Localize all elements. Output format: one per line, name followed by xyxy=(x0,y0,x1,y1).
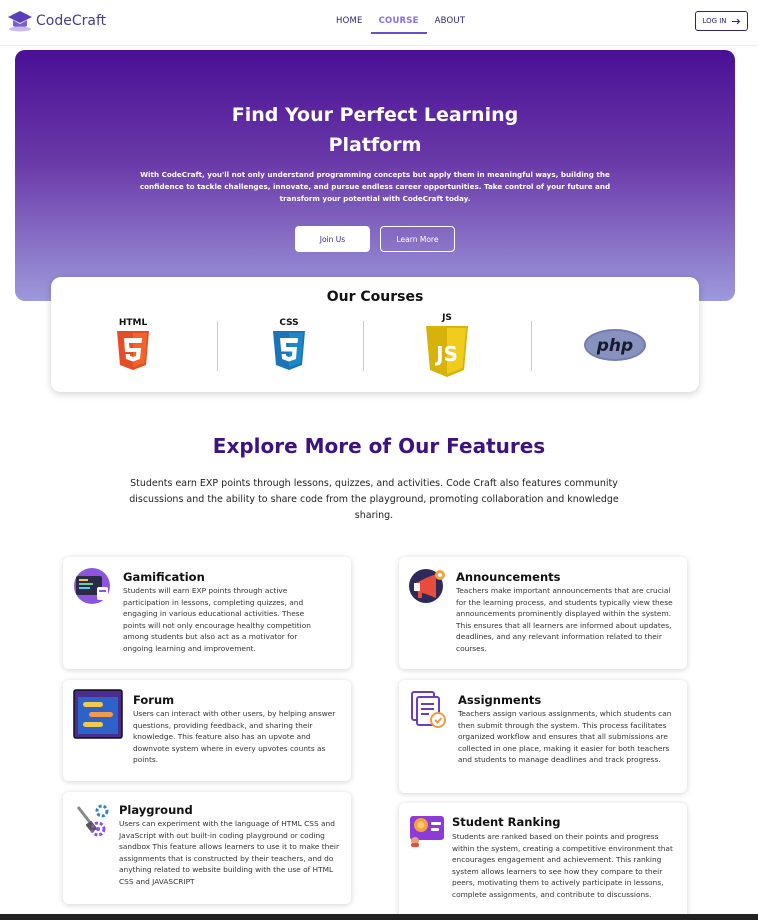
courses-title: Our Courses xyxy=(326,289,424,305)
brand-name: CodeCraft xyxy=(36,13,107,29)
brand-logo[interactable]: CodeCraft xyxy=(7,9,106,33)
javascript-icon[interactable]: JS JS xyxy=(422,310,472,380)
features-title: Explore More of Our Features xyxy=(212,434,546,458)
card-title: Forum xyxy=(133,693,175,707)
ranking-icon xyxy=(410,816,444,847)
feature-card-gamification: Gamification Students will earn EXP poin… xyxy=(63,557,351,669)
card-title: Announcements xyxy=(456,570,561,584)
nav-home[interactable]: HOME xyxy=(336,16,363,26)
course-divider xyxy=(363,321,364,371)
megaphone-icon xyxy=(409,569,445,603)
feature-card-announcements: Announcements Teachers make important an… xyxy=(399,557,687,669)
feature-card-forum: Forum Users can interact with other user… xyxy=(63,680,351,781)
courses-card: Our Courses HTML CSS JS JS php xyxy=(51,277,699,392)
gamification-icon xyxy=(74,568,110,604)
forum-icon xyxy=(73,689,123,739)
card-text: Students will earn EXP points through ac… xyxy=(123,586,311,653)
arrow-right-icon xyxy=(731,18,740,24)
hero-subtitle: With CodeCraft, you'll not only understa… xyxy=(139,170,611,203)
login-button[interactable]: LOG IN xyxy=(695,11,748,31)
card-title: Playground xyxy=(119,803,193,817)
feature-card-student-ranking: Student Ranking Students are ranked base… xyxy=(399,803,687,920)
php-label: php xyxy=(596,336,633,356)
playground-icon xyxy=(76,804,109,837)
hero-title: Find Your Perfect Learning Platform xyxy=(15,100,735,160)
card-title: Student Ranking xyxy=(452,815,561,829)
nav-course[interactable]: COURSE xyxy=(370,16,427,34)
php-icon[interactable]: php xyxy=(583,328,647,362)
card-title: Assignments xyxy=(458,693,542,707)
feature-card-assignments: Assignments Teachers assign various assi… xyxy=(399,680,687,793)
css-label: CSS xyxy=(279,318,298,328)
css3-icon[interactable]: CSS xyxy=(269,315,309,373)
feature-card-playground: Playground Users can experiment with the… xyxy=(63,792,351,904)
card-title: Gamification xyxy=(123,570,205,584)
hero-title-line2: Platform xyxy=(328,134,422,156)
hero-banner: Find Your Perfect Learning Platform With… xyxy=(15,50,735,301)
card-text: Teachers assign various assignments, whi… xyxy=(458,709,672,764)
learn-more-button[interactable]: Learn More xyxy=(380,226,455,252)
card-text: Students are ranked based on their point… xyxy=(452,832,673,899)
course-divider xyxy=(217,321,218,371)
nav-about[interactable]: ABOUT xyxy=(435,16,466,26)
js-label: JS xyxy=(441,313,452,323)
join-us-button[interactable]: Join Us xyxy=(295,226,370,252)
html5-icon[interactable]: HTML xyxy=(113,315,153,373)
svg-text:JS: JS xyxy=(434,342,458,366)
features-description: Students earn EXP points through lessons… xyxy=(129,478,619,521)
assignment-icon xyxy=(411,691,446,728)
hero-title-line1: Find Your Perfect Learning xyxy=(231,104,519,126)
course-divider xyxy=(531,321,532,371)
card-text: Teachers make important announcements th… xyxy=(456,586,673,653)
bottom-edge-bar xyxy=(0,914,758,920)
card-text: Users can experiment with the language o… xyxy=(119,819,339,886)
login-label: LOG IN xyxy=(702,17,727,25)
top-nav: CodeCraft HOME COURSE ABOUT LOG IN xyxy=(0,0,758,46)
card-text: Users can interact with other users, by … xyxy=(133,709,336,764)
html-label: HTML xyxy=(119,318,148,328)
graduation-cap-icon xyxy=(8,11,32,32)
